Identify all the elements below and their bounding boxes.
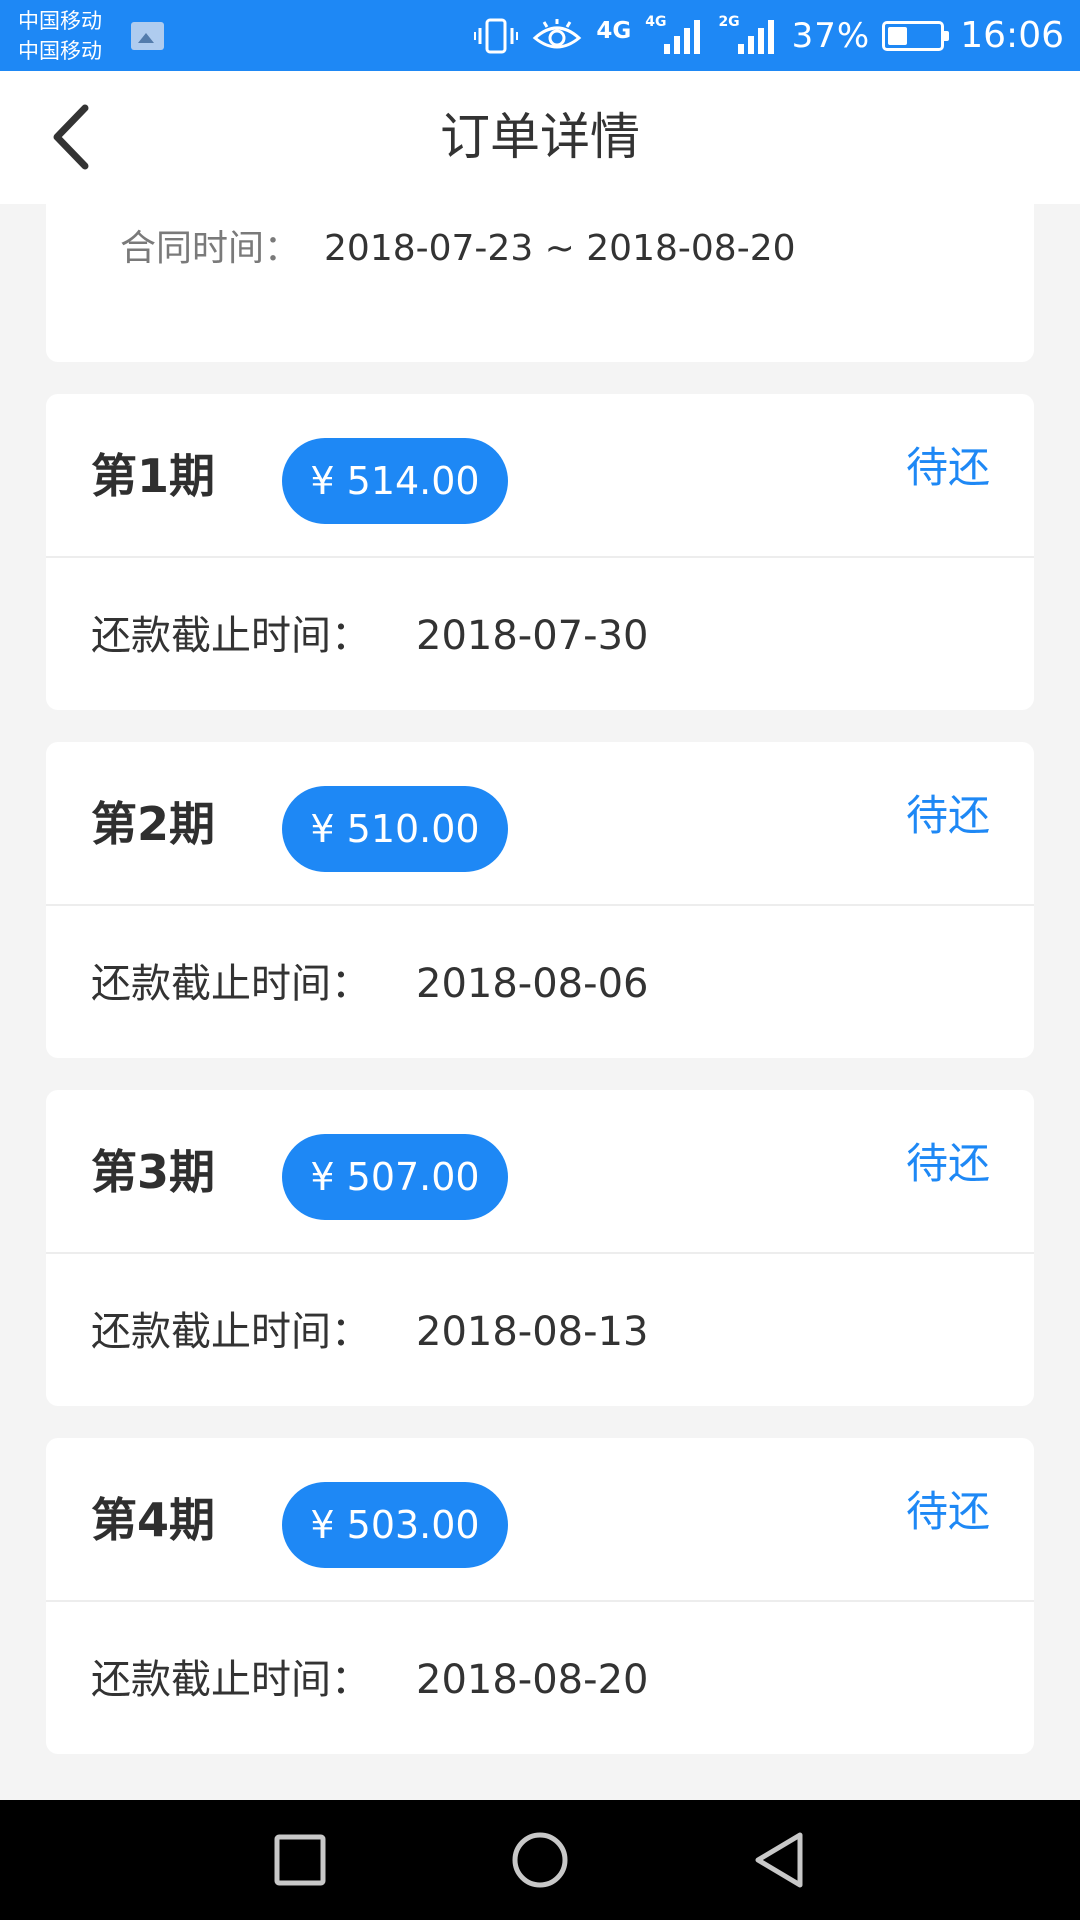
vibrate-icon bbox=[474, 18, 519, 53]
installment-name: 第1期 bbox=[91, 449, 216, 503]
battery-icon bbox=[882, 20, 950, 51]
carrier-name-1: 中国移动 bbox=[18, 9, 102, 33]
order-detail-content[interactable]: 合同时间： 2018-07-23 ~ 2018-08-20 第1期 ¥ 514.0… bbox=[0, 204, 1080, 1800]
due-date-value: 2018-08-20 bbox=[416, 1657, 649, 1703]
installment-amount-badge: ¥ 510.00 bbox=[282, 786, 508, 872]
back-button[interactable] bbox=[30, 95, 114, 179]
installment-header: 第2期 ¥ 510.00 待还 bbox=[46, 742, 1034, 906]
page-title: 订单详情 bbox=[440, 108, 640, 166]
installment-name: 第2期 bbox=[91, 797, 216, 851]
installment-status-link[interactable]: 待还 bbox=[906, 1134, 990, 1194]
due-date-value: 2018-08-06 bbox=[416, 961, 649, 1007]
home-icon[interactable] bbox=[510, 1830, 570, 1890]
contract-period-row: 合同时间： 2018-07-23 ~ 2018-08-20 bbox=[120, 224, 796, 274]
installment-header: 第1期 ¥ 514.00 待还 bbox=[46, 394, 1034, 558]
contract-period-value: 2018-07-23 ~ 2018-08-20 bbox=[324, 228, 796, 269]
signal-type-tag-1: 4G bbox=[645, 13, 667, 30]
clock: 16:06 bbox=[960, 15, 1064, 56]
installment-name: 第3期 bbox=[91, 1145, 216, 1199]
signal-strength-icon-2 bbox=[737, 18, 774, 54]
nav-bar: 订单详情 bbox=[0, 71, 1080, 204]
recent-apps-icon[interactable] bbox=[270, 1830, 330, 1890]
network-type-label: 4G bbox=[596, 18, 632, 44]
installment-header: 第4期 ¥ 503.00 待还 bbox=[46, 1438, 1034, 1602]
installment-card-1[interactable]: 第1期 ¥ 514.00 待还 还款截止时间： 2018-07-30 bbox=[46, 394, 1034, 710]
installment-status-link[interactable]: 待还 bbox=[906, 786, 990, 846]
signal-strength-icon-1 bbox=[664, 18, 701, 54]
installment-due-row: 还款截止时间： 2018-08-13 bbox=[46, 1254, 1034, 1404]
status-bar: 中国移动 中国移动 4G 4G 2G 37% 16:06 bbox=[0, 0, 1080, 71]
installment-status-link[interactable]: 待还 bbox=[906, 1482, 990, 1542]
signal-type-tag-2: 2G bbox=[718, 13, 740, 30]
battery-percent: 37% bbox=[791, 15, 871, 56]
due-date-label: 还款截止时间： bbox=[91, 961, 371, 1007]
system-nav-bar bbox=[0, 1800, 1080, 1920]
installment-card-3[interactable]: 第3期 ¥ 507.00 待还 还款截止时间： 2018-08-13 bbox=[46, 1090, 1034, 1406]
carrier-name-2: 中国移动 bbox=[18, 39, 102, 63]
contract-card: 合同时间： 2018-07-23 ~ 2018-08-20 bbox=[46, 204, 1034, 362]
installment-status-link[interactable]: 待还 bbox=[906, 438, 990, 498]
due-date-label: 还款截止时间： bbox=[91, 613, 371, 659]
installment-card-2[interactable]: 第2期 ¥ 510.00 待还 还款截止时间： 2018-08-06 bbox=[46, 742, 1034, 1058]
installment-name: 第4期 bbox=[91, 1493, 216, 1547]
gallery-notification-icon bbox=[131, 22, 164, 50]
installment-card-4[interactable]: 第4期 ¥ 503.00 待还 还款截止时间： 2018-08-20 bbox=[46, 1438, 1034, 1754]
due-date-value: 2018-08-13 bbox=[416, 1309, 649, 1355]
installment-amount-badge: ¥ 507.00 bbox=[282, 1134, 508, 1220]
installment-amount-badge: ¥ 503.00 bbox=[282, 1482, 508, 1568]
carrier-info: 中国移动 中国移动 bbox=[18, 6, 102, 66]
installment-header: 第3期 ¥ 507.00 待还 bbox=[46, 1090, 1034, 1254]
installment-amount-badge: ¥ 514.00 bbox=[282, 438, 508, 524]
installment-due-row: 还款截止时间： 2018-07-30 bbox=[46, 558, 1034, 708]
back-triangle-icon[interactable] bbox=[750, 1830, 810, 1890]
chevron-left-icon bbox=[53, 104, 89, 170]
due-date-value: 2018-07-30 bbox=[416, 613, 649, 659]
eye-comfort-icon bbox=[533, 18, 582, 48]
installment-due-row: 还款截止时间： 2018-08-06 bbox=[46, 906, 1034, 1056]
installment-due-row: 还款截止时间： 2018-08-20 bbox=[46, 1602, 1034, 1752]
due-date-label: 还款截止时间： bbox=[91, 1657, 371, 1703]
contract-period-label: 合同时间： bbox=[120, 228, 301, 269]
due-date-label: 还款截止时间： bbox=[91, 1309, 371, 1355]
